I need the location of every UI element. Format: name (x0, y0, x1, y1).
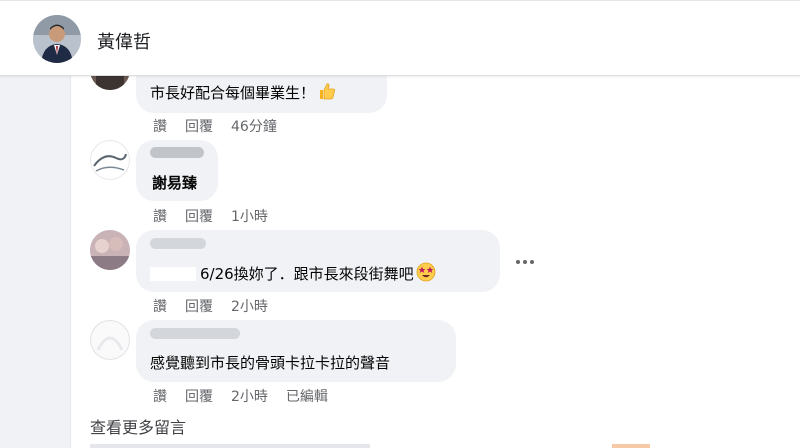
redacted-mention (150, 267, 196, 281)
like-link[interactable]: 讚 (153, 296, 167, 316)
comment-timestamp[interactable]: 1小時 (231, 206, 268, 226)
comment-actions: 讚回覆 2小時 (153, 296, 268, 316)
like-link[interactable]: 讚 (153, 206, 167, 226)
comment-bubble: 謝易臻 (136, 140, 218, 201)
star-struck-icon (416, 262, 436, 286)
page-avatar[interactable] (33, 15, 81, 63)
page-title[interactable]: 黃偉哲 (97, 28, 151, 54)
avatar-photo-icon (90, 140, 130, 180)
comment-actions: 讚回覆 46分鐘 (153, 116, 277, 136)
commenter-avatar[interactable] (90, 320, 130, 360)
comment-bubble: 感覺聽到市長的骨頭卡拉卡拉的聲音 (136, 320, 456, 382)
view-more-comments-link[interactable]: 查看更多留言 (90, 414, 186, 438)
commenter-avatar[interactable] (90, 140, 130, 180)
more-options-icon[interactable] (513, 252, 537, 272)
comment-bubble: 6/26換妳了．跟市長來段街舞吧 (136, 230, 500, 292)
bottom-divider (90, 444, 370, 448)
comment-author-redacted (150, 147, 204, 158)
profile-photo-icon (33, 15, 81, 63)
avatar-photo-icon (90, 230, 130, 270)
comment-text: 感覺聽到市長的骨頭卡拉卡拉的聲音 (150, 354, 391, 372)
comment-text: 6/26換妳了．跟市長來段街舞吧 (150, 262, 436, 286)
reply-link[interactable]: 回覆 (185, 296, 213, 316)
comment-timestamp[interactable]: 46分鐘 (231, 116, 277, 136)
comment-timestamp[interactable]: 2小時 (231, 386, 268, 406)
reply-link[interactable]: 回覆 (185, 116, 213, 136)
comment-text: 市長好配合每個畢業生！ (150, 81, 337, 105)
commenter-avatar[interactable] (90, 230, 130, 270)
comment-text-content: 市長好配合每個畢業生！ (150, 84, 316, 102)
comment-actions: 讚回覆 1小時 (153, 206, 268, 226)
mentioned-name[interactable]: 謝易臻 (152, 172, 197, 193)
reply-link[interactable]: 回覆 (185, 386, 213, 406)
comment-actions: 讚回覆 2小時 已編輯 (153, 386, 328, 406)
comment-author-redacted (150, 238, 206, 249)
bottom-accent (612, 444, 650, 448)
comment-text-content: 6/26換妳了．跟市長來段街舞吧 (200, 265, 414, 283)
facebook-comments-screen: 黃偉哲 市長好配合每個畢業生！ 讚回覆 46分鐘 謝易臻 讚 回覆 1小時 6/… (0, 0, 800, 448)
like-link[interactable]: 讚 (153, 386, 167, 406)
page-header: 黃偉哲 (0, 0, 800, 76)
avatar-photo-icon (90, 320, 130, 360)
like-link[interactable]: 讚 (153, 116, 167, 136)
reply-link[interactable]: 回覆 (185, 206, 213, 226)
edited-label[interactable]: 已編輯 (286, 386, 328, 406)
thumbs-up-icon (317, 81, 337, 105)
comment-author-redacted (150, 328, 240, 339)
comment-timestamp[interactable]: 2小時 (231, 296, 268, 316)
